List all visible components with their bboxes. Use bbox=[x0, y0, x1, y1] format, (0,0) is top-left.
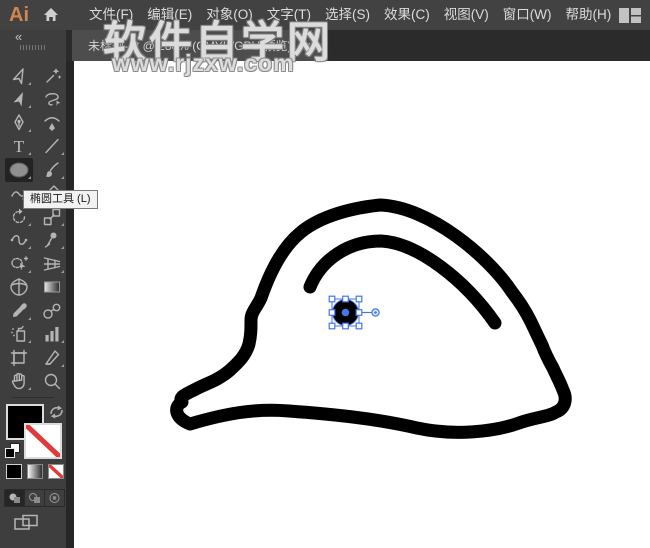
illustrator-window: Ai 文件(F) 编辑(E) 对象(O) 文字(T) 选择(S) 效果(C) 视… bbox=[0, 0, 650, 548]
shape-builder-tool[interactable] bbox=[5, 252, 33, 276]
pen-tool[interactable] bbox=[5, 111, 33, 135]
menu-select[interactable]: 选择(S) bbox=[318, 0, 377, 30]
menu-help[interactable]: 帮助(H) bbox=[558, 0, 618, 30]
menubar-right bbox=[618, 7, 650, 24]
mesh-tool[interactable] bbox=[5, 276, 33, 300]
column-graph-tool[interactable] bbox=[38, 323, 66, 347]
menu-edit[interactable]: 编辑(E) bbox=[140, 0, 199, 30]
draw-behind-mode[interactable] bbox=[25, 490, 45, 506]
magic-wand-tool[interactable] bbox=[38, 64, 66, 88]
selection-tool[interactable] bbox=[5, 64, 33, 88]
home-button[interactable] bbox=[42, 6, 60, 24]
ellipse-tool[interactable] bbox=[5, 158, 33, 182]
artboard-canvas[interactable] bbox=[74, 61, 650, 548]
zoom-tool[interactable] bbox=[38, 370, 66, 394]
app-logo: Ai bbox=[9, 4, 29, 27]
draw-normal-mode[interactable] bbox=[5, 490, 25, 506]
puppet-warp-tool[interactable] bbox=[38, 229, 66, 253]
color-type-buttons bbox=[6, 464, 64, 479]
color-button[interactable] bbox=[6, 464, 22, 479]
menu-file[interactable]: 文件(F) bbox=[82, 0, 140, 30]
menu-object[interactable]: 对象(O) bbox=[199, 0, 260, 30]
stroke-color-swatch[interactable] bbox=[24, 423, 62, 459]
lasso-tool[interactable] bbox=[38, 88, 66, 112]
default-fill-chip bbox=[5, 448, 15, 458]
workspace-switcher-icon[interactable] bbox=[618, 7, 642, 24]
panel-grip-handle[interactable] bbox=[20, 45, 46, 50]
artwork-layer bbox=[74, 61, 650, 548]
screen-mode-icon bbox=[14, 514, 40, 532]
menu-list: 文件(F) 编辑(E) 对象(O) 文字(T) 选择(S) 效果(C) 视图(V… bbox=[82, 0, 618, 30]
default-fill-stroke-icon[interactable] bbox=[5, 443, 20, 458]
document-tab-title: 未标题-1* @ 280% (CMYK/GPU 预览) bbox=[88, 37, 292, 54]
width-tool[interactable] bbox=[5, 229, 33, 253]
curvature-tool[interactable] bbox=[38, 111, 66, 135]
screen-mode-button[interactable] bbox=[14, 514, 40, 537]
drawing-modes bbox=[4, 489, 65, 507]
symbol-sprayer-tool[interactable] bbox=[5, 323, 33, 347]
artboard-tool[interactable] bbox=[5, 346, 33, 370]
perspective-grid-tool[interactable] bbox=[38, 252, 66, 276]
tools-panel: « bbox=[0, 30, 66, 548]
collapse-panels-icon[interactable]: « bbox=[15, 29, 22, 44]
draw-inside-mode[interactable] bbox=[45, 490, 64, 506]
line-segment-tool[interactable] bbox=[38, 135, 66, 159]
menu-bar: Ai 文件(F) 编辑(E) 对象(O) 文字(T) 选择(S) 效果(C) 视… bbox=[0, 0, 650, 30]
tool-tooltip: 椭圆工具 (L) bbox=[23, 190, 98, 209]
document-tab-strip: 未标题-1* @ 280% (CMYK/GPU 预览) × bbox=[66, 30, 650, 61]
slice-tool[interactable] bbox=[38, 346, 66, 370]
type-tool-glyph: T bbox=[14, 137, 25, 156]
home-icon bbox=[42, 6, 60, 24]
menu-effect[interactable]: 效果(C) bbox=[377, 0, 437, 30]
document-tab[interactable]: 未标题-1* @ 280% (CMYK/GPU 预览) × bbox=[72, 30, 328, 61]
toolbar-divider bbox=[12, 397, 54, 398]
gradient-button[interactable] bbox=[27, 464, 43, 479]
direct-selection-tool[interactable] bbox=[5, 88, 33, 112]
blend-tool[interactable] bbox=[38, 299, 66, 323]
menu-view[interactable]: 视图(V) bbox=[437, 0, 496, 30]
live-shape-widget[interactable] bbox=[372, 309, 379, 316]
hand-tool[interactable] bbox=[5, 370, 33, 394]
gradient-tool[interactable] bbox=[38, 276, 66, 300]
type-tool[interactable]: T bbox=[5, 135, 33, 159]
tool-grid: T bbox=[0, 64, 66, 393]
paintbrush-tool[interactable] bbox=[38, 158, 66, 182]
menu-window[interactable]: 窗口(W) bbox=[496, 0, 559, 30]
eyedropper-tool[interactable] bbox=[5, 299, 33, 323]
swap-fill-stroke-icon[interactable] bbox=[49, 405, 64, 424]
menu-type[interactable]: 文字(T) bbox=[260, 0, 318, 30]
close-icon[interactable]: × bbox=[304, 39, 312, 52]
none-button[interactable] bbox=[48, 464, 64, 479]
selection-center-point bbox=[342, 309, 350, 317]
